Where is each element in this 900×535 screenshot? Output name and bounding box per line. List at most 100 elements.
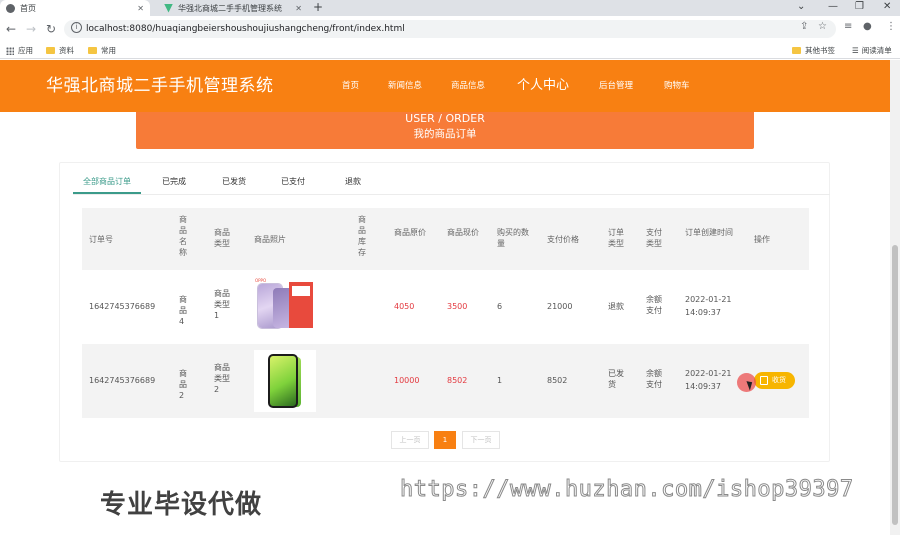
prev-page-button[interactable]: 上一页 [391, 431, 429, 449]
profile-icon[interactable]: ● [863, 21, 872, 32]
vue-icon [164, 3, 173, 13]
nav-cart[interactable]: 购物车 [664, 60, 690, 112]
bookmark-label: 应用 [18, 46, 33, 55]
cell-order-no: 1642745376689 [89, 376, 156, 385]
menu-icon[interactable]: ⋮ [886, 21, 896, 32]
minimize-icon[interactable]: — [828, 0, 838, 16]
browser-tab-system[interactable]: 华强北商城二手手机管理系统 ✕ [158, 0, 308, 16]
star-icon[interactable]: ☆ [818, 21, 827, 32]
th-product-photo: 商品照片 [254, 235, 286, 244]
phone-box-icon [289, 282, 313, 328]
site-header: 华强北商城二手手机管理系统 首页 新闻信息 商品信息 个人中心 后台管理 购物车 [0, 60, 890, 112]
cell-orig-price: 10000 [394, 376, 420, 385]
tab-completed[interactable]: 已完成 [162, 172, 186, 192]
nav-personal-center[interactable]: 个人中心 [517, 60, 569, 112]
back-icon[interactable]: ← [6, 20, 16, 38]
cell-order-type: 退款 [608, 302, 624, 311]
th-order-no: 订单号 [89, 235, 113, 244]
cell-created-date: 2022-01-21 [685, 295, 732, 304]
brand-logo-icon: OPPO [255, 278, 267, 283]
browser-toolbar: ← → ↻ i localhost:8080/huaqiangbeiershou… [0, 16, 900, 42]
tab-paid[interactable]: 已支付 [281, 172, 305, 192]
share-icon[interactable]: ⇪ [800, 21, 808, 32]
phone-image-icon [268, 354, 298, 408]
site-title: 华强北商城二手手机管理系统 [46, 76, 274, 96]
cell-orig-price: 4050 [394, 302, 415, 311]
tab-search-icon[interactable]: ⌄ [797, 0, 805, 16]
cell-pay-type: 余额支付 [646, 295, 662, 315]
page-scrollbar[interactable] [890, 60, 900, 535]
nav-products[interactable]: 商品信息 [451, 60, 485, 112]
cell-pay-type: 余额支付 [646, 369, 662, 389]
th-created-time: 订单创建时间 [685, 228, 733, 237]
cell-quantity: 1 [497, 376, 503, 385]
nav-home[interactable]: 首页 [342, 60, 359, 112]
folder-icon [792, 47, 801, 54]
site-info-icon[interactable]: i [71, 22, 82, 33]
cell-created-date: 2022-01-21 [685, 369, 732, 378]
url-text[interactable]: localhost:8080/huaqiangbeiershoushoujius… [86, 20, 405, 38]
cell-product-type: 商品类型2 [214, 363, 230, 394]
watermark-url: https://www.huzhan.com/ishop39397 [400, 477, 854, 503]
new-tab-button[interactable]: + [313, 0, 323, 16]
th-orig-price: 商品原价 [394, 228, 426, 237]
cell-product-name: 商品4 [179, 295, 187, 326]
cell-order-no: 1642745376689 [89, 302, 156, 311]
folder-icon [88, 47, 97, 54]
address-bar[interactable]: i localhost:8080/huaqiangbeiershoushouji… [64, 20, 836, 38]
nav-news[interactable]: 新闻信息 [388, 60, 422, 112]
cell-product-type: 商品类型1 [214, 289, 230, 320]
close-icon[interactable]: ✕ [137, 4, 144, 13]
bookmark-folder[interactable]: 常用 [88, 42, 116, 59]
window-close-icon[interactable]: ✕ [883, 0, 891, 16]
cell-pay-price: 8502 [547, 376, 568, 385]
scroll-thumb[interactable] [892, 245, 898, 525]
product-photo[interactable] [254, 350, 316, 412]
next-page-button[interactable]: 下一页 [462, 431, 500, 449]
bookmark-folder[interactable]: 资料 [46, 42, 74, 59]
bookmark-label: 其他书签 [805, 46, 835, 55]
receive-button[interactable]: 收货 [754, 372, 795, 389]
cell-cur-price: 3500 [447, 302, 468, 311]
th-stock: 商品库存 [358, 215, 366, 257]
receive-button-label: 收货 [772, 376, 786, 384]
th-pay-price: 支付价格 [547, 235, 579, 244]
bookmark-reading-list[interactable]: ☰ 阅读清单 [852, 42, 892, 59]
receive-icon [760, 376, 768, 385]
cell-quantity: 6 [497, 302, 503, 311]
th-actions: 操作 [754, 235, 770, 244]
tabs-divider [73, 194, 830, 195]
cell-cur-price: 8502 [447, 376, 468, 385]
apps-icon [6, 46, 14, 55]
tab-refund[interactable]: 退款 [345, 172, 361, 192]
cell-created-time: 14:09:37 [685, 308, 721, 317]
banner-title-en: USER / ORDER [405, 112, 485, 125]
table-header [82, 208, 809, 270]
th-cur-price: 商品现价 [447, 228, 479, 237]
reload-icon[interactable]: ↻ [46, 20, 56, 38]
th-product-type: 商品类型 [214, 228, 230, 248]
browser-tab-home[interactable]: 首页 ✕ [0, 0, 150, 16]
cell-product-name: 商品2 [179, 369, 187, 400]
bookmark-apps[interactable]: 应用 [6, 42, 33, 59]
reading-list-icon: ☰ [852, 46, 859, 55]
product-photo[interactable]: OPPO [253, 276, 315, 338]
th-product-name: 商品名称 [179, 215, 187, 257]
globe-icon [6, 3, 15, 13]
forward-icon[interactable]: → [26, 20, 36, 38]
folder-icon [46, 47, 55, 54]
cell-pay-price: 21000 [547, 302, 573, 311]
restore-icon[interactable]: ❐ [855, 0, 864, 16]
bookmarks-bar: 应用 资料 常用 其他书签 ☰ 阅读清单 [0, 42, 900, 59]
page-1-button[interactable]: 1 [434, 431, 456, 449]
tab-all-orders[interactable]: 全部商品订单 [73, 172, 141, 194]
cell-created-time: 14:09:37 [685, 382, 721, 391]
th-order-type: 订单类型 [608, 228, 624, 248]
tab-shipped[interactable]: 已发货 [222, 172, 246, 192]
close-icon[interactable]: ✕ [295, 4, 302, 13]
reading-list-icon[interactable]: ≡ [844, 21, 852, 32]
bookmark-other[interactable]: 其他书签 [792, 42, 835, 59]
banner-title-cn: 我的商品订单 [413, 128, 477, 140]
tab-title: 华强北商城二手手机管理系统 [178, 3, 282, 13]
nav-admin[interactable]: 后台管理 [599, 60, 633, 112]
